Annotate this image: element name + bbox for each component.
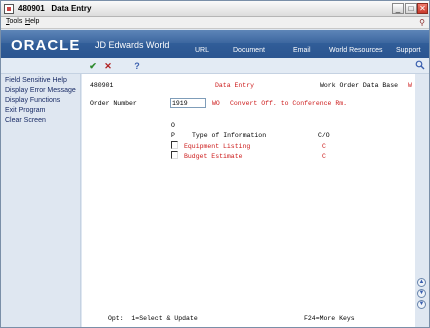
footer-options: Opt: 1=Select & Update bbox=[108, 315, 198, 322]
exit-field-sensitive-help[interactable]: Field Sensitive Help bbox=[5, 77, 67, 84]
window-title-text: Data Entry bbox=[51, 4, 92, 13]
menu-tools[interactable]: Tools bbox=[6, 18, 22, 25]
oracle-logo: ORACLE bbox=[11, 37, 81, 54]
form-title: Data Entry bbox=[215, 82, 255, 89]
window-program-id: 480901 bbox=[18, 4, 45, 13]
nav-link-support[interactable]: Support bbox=[396, 47, 421, 54]
product-name: JD Edwards World bbox=[95, 40, 170, 50]
footer-function-keys: F24=More Keys bbox=[304, 315, 355, 322]
exit-display-functions[interactable]: Display Functions bbox=[5, 97, 60, 104]
app-icon bbox=[4, 4, 14, 14]
pin-icon[interactable]: ⚲ bbox=[419, 18, 425, 27]
nav-link-url[interactable]: URL bbox=[195, 47, 209, 54]
exit-program[interactable]: Exit Program bbox=[5, 107, 45, 114]
application-window: 480901 Data Entry _ □ ✕ Tools Help ⚲ ORA… bbox=[0, 0, 430, 328]
exit-display-error-message[interactable]: Display Error Message bbox=[5, 87, 76, 94]
order-number-input[interactable]: 1919 bbox=[170, 98, 206, 108]
toolbar: ✔ ✕ ? bbox=[1, 58, 429, 74]
menu-help[interactable]: Help bbox=[25, 18, 39, 25]
option-checkbox-budget-estimate[interactable] bbox=[171, 151, 178, 159]
order-type: WO bbox=[212, 100, 220, 107]
ok-icon[interactable]: ✔ bbox=[88, 61, 98, 71]
header-co: C/O bbox=[318, 132, 330, 139]
order-number-label: Order Number bbox=[90, 100, 137, 107]
close-button[interactable]: ✕ bbox=[417, 3, 428, 14]
maximize-button[interactable]: □ bbox=[405, 3, 417, 14]
nav-link-email[interactable]: Email bbox=[293, 47, 311, 54]
header-o: O bbox=[171, 122, 175, 129]
title-bar: 480901 Data Entry _ □ ✕ bbox=[1, 1, 429, 17]
form-area: 480901 Data Entry Work Order Data Base W… bbox=[82, 74, 415, 327]
nav-link-document[interactable]: Document bbox=[233, 47, 265, 54]
search-icon[interactable] bbox=[415, 60, 425, 70]
minimize-button[interactable]: _ bbox=[392, 3, 404, 14]
exit-clear-screen[interactable]: Clear Screen bbox=[5, 117, 46, 124]
help-icon[interactable]: ? bbox=[132, 61, 142, 71]
row-label-equipment-listing: Equipment Listing bbox=[184, 143, 251, 150]
menu-bar: Tools Help ⚲ bbox=[1, 17, 429, 29]
nav-link-world-resources[interactable]: World Resources bbox=[329, 47, 383, 54]
scroll-controls: ▲ ▼ ▼ bbox=[415, 74, 429, 327]
row-label-budget-estimate: Budget Estimate bbox=[184, 153, 243, 160]
header-type-of-information: Type of Information bbox=[192, 132, 267, 139]
cancel-icon[interactable]: ✕ bbox=[103, 61, 113, 71]
order-description: Convert Off. to Conference Rm. bbox=[230, 100, 348, 107]
header-p: P bbox=[171, 132, 175, 139]
window-title: 480901 Data Entry bbox=[18, 4, 91, 13]
option-checkbox-equipment-listing[interactable] bbox=[171, 141, 178, 149]
row-co-budget-estimate: C bbox=[322, 153, 326, 160]
row-co-equipment-listing: C bbox=[322, 143, 326, 150]
exit-panel: Field Sensitive Help Display Error Messa… bbox=[1, 74, 81, 327]
form-program-id: 480901 bbox=[90, 82, 114, 89]
order-number-value: 1919 bbox=[172, 100, 188, 107]
form-marker: W bbox=[408, 82, 412, 89]
scroll-end-icon[interactable]: ▼ bbox=[417, 300, 426, 309]
scroll-up-icon[interactable]: ▲ bbox=[417, 278, 426, 287]
scroll-down-icon[interactable]: ▼ bbox=[417, 289, 426, 298]
header-banner: ORACLE JD Edwards World URL Document Ema… bbox=[1, 30, 429, 58]
database-name: Work Order Data Base bbox=[320, 82, 399, 89]
